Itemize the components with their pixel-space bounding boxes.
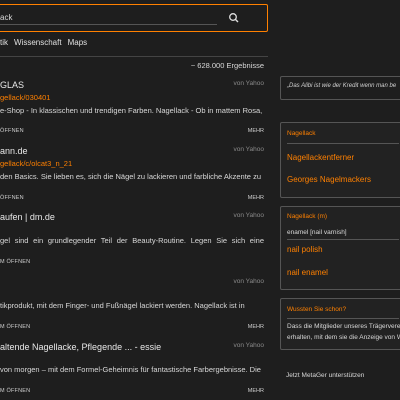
- result-open-link[interactable]: M ÖFFNEN: [0, 388, 30, 394]
- box-divider: [287, 239, 399, 240]
- translation-link[interactable]: nail polish: [287, 245, 323, 254]
- search-result: GLAS von Yahoo gellack/030401 e-Shop - I…: [0, 80, 268, 140]
- search-result: aufen | dm.de von Yahoo gel sind ein gru…: [0, 212, 268, 265]
- box-heading: Wussten Sie schon?: [287, 306, 347, 313]
- result-more-button[interactable]: MEHR: [248, 388, 264, 394]
- nav-item-wissenschaft[interactable]: Wissenschaft: [14, 38, 62, 52]
- result-more-button[interactable]: MEHR: [248, 324, 264, 330]
- result-title[interactable]: ann.de: [0, 146, 28, 156]
- search-icon: [229, 13, 239, 23]
- support-link[interactable]: Jetzt MetaGer unterstützen: [286, 372, 364, 379]
- result-description: den Basics. Sie lieben es, sich die Näge…: [0, 172, 261, 181]
- box-divider: [287, 318, 399, 319]
- result-description: gel sind ein grundlegender Teil der Beau…: [0, 236, 264, 245]
- nav-item-maps[interactable]: Maps: [68, 38, 88, 52]
- search-input[interactable]: [0, 11, 217, 25]
- result-title[interactable]: GLAS: [0, 80, 24, 90]
- search-result: altende Nagellacke, Pflegende ... - essi…: [0, 342, 268, 400]
- result-source: von Yahoo: [233, 212, 264, 219]
- related-link[interactable]: Georges Nagelmackers: [287, 175, 371, 184]
- translation-text: enamel [nail varnish]: [287, 229, 347, 236]
- box-divider: [287, 143, 399, 144]
- related-searches-box: Nagellack Nagellackentferner Georges Nag…: [280, 122, 400, 198]
- result-open-link[interactable]: ÖFFNEN: [0, 128, 24, 134]
- result-more-button[interactable]: MEHR: [248, 195, 264, 201]
- result-description: von morgen – mit dem Formel-Geheimnis fü…: [0, 365, 261, 374]
- category-nav: tik Wissenschaft Maps: [0, 38, 87, 52]
- result-link[interactable]: gellack/030401: [0, 93, 50, 102]
- result-description: tikprodukt, mit dem Finger- und Fußnägel…: [0, 301, 245, 310]
- translation-link[interactable]: nail enamel: [287, 268, 328, 277]
- search-button[interactable]: [227, 11, 241, 25]
- search-result: von Yahoo tikprodukt, mit dem Finger- un…: [0, 278, 268, 334]
- did-you-know-box: Wussten Sie schon? Dass die Mitglieder u…: [280, 298, 400, 350]
- result-source: von Yahoo: [233, 342, 264, 349]
- result-open-link[interactable]: M ÖFFNEN: [0, 259, 30, 265]
- dictionary-box: Nagellack (m) enamel [nail varnish] nail…: [280, 206, 400, 290]
- nav-divider: [0, 56, 268, 57]
- result-link[interactable]: gellack/c/olcat3_n_21: [0, 159, 72, 168]
- result-source: von Yahoo: [233, 80, 264, 87]
- result-title[interactable]: aufen | dm.de: [0, 212, 55, 222]
- search-result: ann.de von Yahoo gellack/c/olcat3_n_21 d…: [0, 146, 268, 206]
- result-source: von Yahoo: [233, 278, 264, 285]
- result-description: e-Shop - In klassischen und trendigen Fa…: [0, 106, 263, 115]
- box-heading: Nagellack: [287, 130, 316, 137]
- result-title[interactable]: altende Nagellacke, Pflegende ... - essi…: [0, 342, 161, 352]
- result-open-link[interactable]: ÖFFNEN: [0, 195, 24, 201]
- related-link[interactable]: Nagellackentferner: [287, 153, 354, 162]
- result-open-link[interactable]: M ÖFFNEN: [0, 324, 30, 330]
- result-source: von Yahoo: [233, 146, 264, 153]
- result-more-button[interactable]: MEHR: [248, 128, 264, 134]
- quote-box: „Das Alibi ist wie der Kredit wenn man b…: [280, 76, 400, 100]
- box-heading: Nagellack (m): [287, 213, 328, 220]
- search-bar: [0, 4, 268, 32]
- info-text: erhalten, mit dem sie die Anzeige von W: [287, 334, 400, 341]
- result-count: ~ 628.000 Ergebnisse: [190, 61, 264, 70]
- nav-item-tik[interactable]: tik: [0, 38, 8, 52]
